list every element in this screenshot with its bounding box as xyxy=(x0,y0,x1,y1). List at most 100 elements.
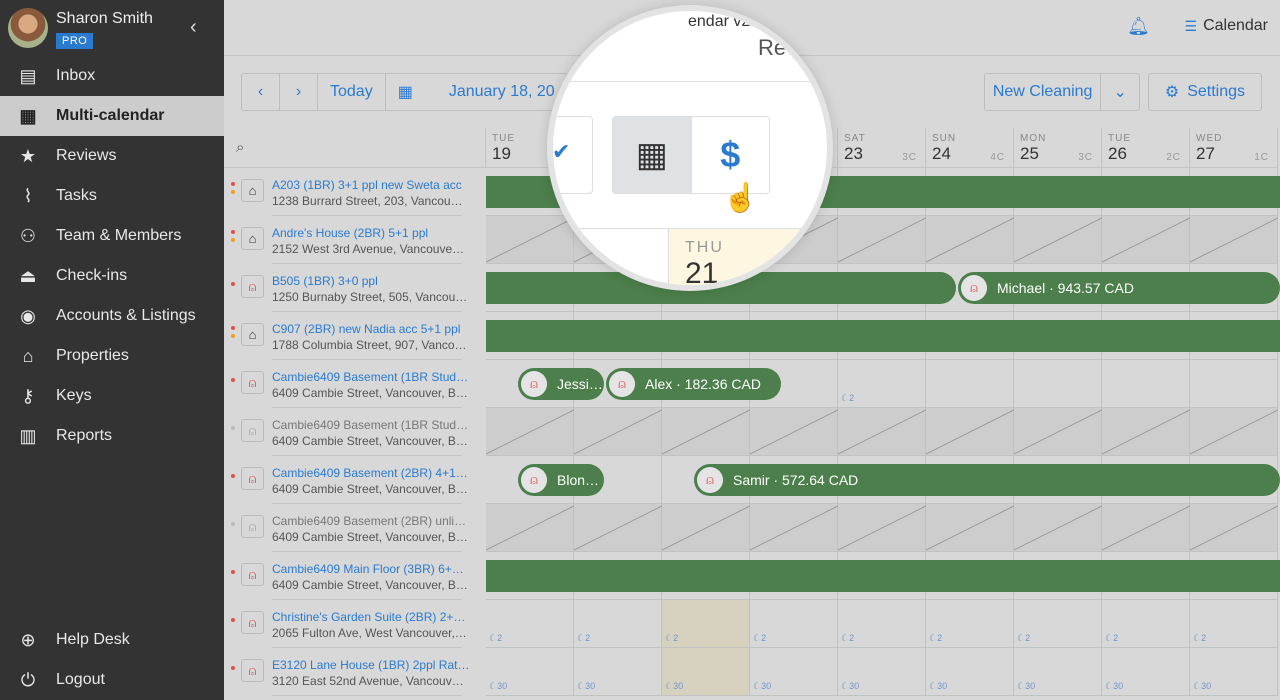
listing-name[interactable]: Cambie6409 Basement (1BR Stud… xyxy=(272,418,468,432)
listing-search-input[interactable]: ⌕ xyxy=(224,128,486,168)
calendar-cell[interactable] xyxy=(1102,408,1190,456)
reservation-bar[interactable]: ⍝ Samir · 572.64 CAD xyxy=(694,464,1280,496)
calendar-cell[interactable] xyxy=(486,408,574,456)
calendar-cell[interactable]: ☾2 xyxy=(838,600,926,648)
notification-bell-icon[interactable]: 🔔︎ xyxy=(1127,16,1150,37)
calendar-cell[interactable] xyxy=(750,504,838,552)
calendar-cell[interactable]: ☾2 xyxy=(838,360,926,408)
sidebar-item-team-members[interactable]: ⚇ Team & Members xyxy=(0,216,224,256)
calendar-cell[interactable] xyxy=(1102,216,1190,264)
reservation-bar[interactable] xyxy=(486,320,1280,352)
next-button[interactable]: › xyxy=(280,74,318,110)
listing-row[interactable]: ⌂ A203 (1BR) 3+1 ppl new Sweta acc 1238 Bu… xyxy=(224,168,486,216)
date-picker[interactable]: ▦ January 18, 20 xyxy=(386,74,567,110)
calendar-cell[interactable]: ☾30 xyxy=(1102,648,1190,696)
calendar-cell[interactable] xyxy=(838,216,926,264)
chevron-down-icon[interactable]: ⌄ xyxy=(1100,74,1138,110)
calendar-cell[interactable]: ☾2 xyxy=(1014,600,1102,648)
calendar-cell[interactable] xyxy=(1190,408,1278,456)
sidebar-item-multi-calendar[interactable]: ▦ Multi-calendar xyxy=(0,96,224,136)
listing-name[interactable]: Cambie6409 Basement (2BR) 4+1… xyxy=(272,466,468,480)
listing-row[interactable]: ⍝ Cambie6409 Basement (1BR Stud… 6409 Camb… xyxy=(224,408,486,456)
calendar-view-button[interactable]: ☰ Calendar xyxy=(1185,17,1269,35)
listing-row[interactable]: ⍝ Cambie6409 Basement (2BR) unli… 6409 Cam… xyxy=(224,504,486,552)
listing-name[interactable]: C907 (2BR) new Nadia acc 5+1 ppl xyxy=(272,322,460,336)
sidebar-item-reviews[interactable]: ★ Reviews xyxy=(0,136,224,176)
calendar-cell[interactable] xyxy=(1014,408,1102,456)
reservation-bar[interactable]: ⍝ Alex · 182.36 CAD xyxy=(606,368,781,400)
user-profile[interactable]: Sharon Smith PRO ‹ xyxy=(0,0,224,56)
calendar-cell[interactable]: ☾2 xyxy=(574,600,662,648)
listing-row[interactable]: ⍝ Christine's Garden Suite (2BR) 2+… 2065 … xyxy=(224,600,486,648)
listing-row[interactable]: ⌂ Andre's House (2BR) 5+1 ppl 2152 West 3r… xyxy=(224,216,486,264)
listing-name[interactable]: B505 (1BR) 3+0 ppl xyxy=(272,274,378,288)
sidebar-item-help-desk[interactable]: ⊕ Help Desk xyxy=(0,620,224,660)
today-button[interactable]: Today xyxy=(318,74,386,110)
listing-row[interactable]: ⌂ C907 (2BR) new Nadia acc 5+1 ppl 1788 Co… xyxy=(224,312,486,360)
calendar-cell[interactable]: ☾30 xyxy=(926,648,1014,696)
calendar-cell[interactable] xyxy=(926,216,1014,264)
sidebar-item-inbox[interactable]: ▤ Inbox xyxy=(0,56,224,96)
calendar-cell[interactable]: ☾30 xyxy=(574,648,662,696)
calendar-cell[interactable] xyxy=(662,504,750,552)
calendar-cell[interactable]: ☾2 xyxy=(1190,600,1278,648)
calendar-cell[interactable]: ☾2 xyxy=(486,600,574,648)
sidebar-item-accounts-listings[interactable]: ◉ Accounts & Listings xyxy=(0,296,224,336)
listing-row[interactable]: ⍝ E3120 Lane House (1BR) 2ppl Rat… 3120 Ea… xyxy=(224,648,486,696)
calendar-cell[interactable] xyxy=(1190,360,1278,408)
listing-name[interactable]: E3120 Lane House (1BR) 2ppl Rat… xyxy=(272,658,469,672)
listing-name[interactable]: Cambie6409 Basement (2BR) unli… xyxy=(272,514,466,528)
reservation-bar[interactable]: ⍝ Blon… xyxy=(518,464,604,496)
calendar-cell[interactable] xyxy=(750,408,838,456)
calendar-cell[interactable] xyxy=(926,504,1014,552)
calendar-cell[interactable] xyxy=(1102,360,1190,408)
check-icon[interactable]: ✔ xyxy=(553,116,593,194)
sidebar-item-properties[interactable]: ⌂ Properties xyxy=(0,336,224,376)
listing-row[interactable]: ⍝ Cambie6409 Basement (1BR Stud… 6409 Camb… xyxy=(224,360,486,408)
calendar-cell[interactable]: ☾30 xyxy=(838,648,926,696)
reservation-bar[interactable]: ⍝ Michael · 943.57 CAD xyxy=(958,272,1280,304)
listing-name[interactable]: Christine's Garden Suite (2BR) 2+… xyxy=(272,610,465,624)
calendar-cell[interactable] xyxy=(574,408,662,456)
calendar-cell[interactable] xyxy=(926,360,1014,408)
sidebar-item-keys[interactable]: ⚷ Keys xyxy=(0,376,224,416)
reservation-bar[interactable] xyxy=(486,560,1280,592)
calendar-cell[interactable]: ☾2 xyxy=(1102,600,1190,648)
calendar-cell[interactable]: ☾30 xyxy=(1190,648,1278,696)
sidebar-item-logout[interactable]: ⏻ Logout xyxy=(0,660,224,700)
calendar-cell[interactable] xyxy=(1014,216,1102,264)
calendar-cell[interactable]: ☾2 xyxy=(750,600,838,648)
calendar-cell[interactable] xyxy=(838,504,926,552)
calendar-cell[interactable] xyxy=(486,504,574,552)
calendar-cell[interactable] xyxy=(1190,216,1278,264)
calendar-cell[interactable] xyxy=(838,408,926,456)
sidebar-item-reports[interactable]: ▥ Reports xyxy=(0,416,224,456)
listing-name[interactable]: Cambie6409 Basement (1BR Stud… xyxy=(272,370,468,384)
calendar-cell[interactable] xyxy=(574,504,662,552)
new-cleaning-button[interactable]: New Cleaning xyxy=(985,74,1101,110)
settings-button[interactable]: ⚙ Settings xyxy=(1147,73,1262,111)
sidebar-item-check-ins[interactable]: ⏏ Check-ins xyxy=(0,256,224,296)
listing-row[interactable]: ⍝ Cambie6409 Basement (2BR) 4+1… 6409 Camb… xyxy=(224,456,486,504)
calendar-cell[interactable] xyxy=(486,216,574,264)
collapse-sidebar-icon[interactable]: ‹ xyxy=(190,16,197,39)
prev-button[interactable]: ‹ xyxy=(242,74,280,110)
listing-row[interactable]: ⍝ B505 (1BR) 3+0 ppl 1250 Burnaby Street, … xyxy=(224,264,486,312)
calendar-cell[interactable] xyxy=(1014,360,1102,408)
listing-name[interactable]: Cambie6409 Main Floor (3BR) 6+… xyxy=(272,562,464,576)
calendar-cell[interactable]: ☾30 xyxy=(750,648,838,696)
calendar-cell[interactable] xyxy=(1014,504,1102,552)
calendar-cell[interactable]: ☾2 xyxy=(662,600,750,648)
reservation-bar[interactable]: ⍝ Jessi… xyxy=(518,368,604,400)
calendar-cell[interactable]: ☾2 xyxy=(926,600,1014,648)
sidebar-item-tasks[interactable]: ⌇ Tasks xyxy=(0,176,224,216)
calendar-cell[interactable]: ☾30 xyxy=(1014,648,1102,696)
calendar-cell[interactable] xyxy=(1190,504,1278,552)
listing-name[interactable]: A203 (1BR) 3+1 ppl new Sweta acc xyxy=(272,178,462,192)
calendar-cell[interactable] xyxy=(926,408,1014,456)
calendar-cell[interactable] xyxy=(662,408,750,456)
calendar-cell[interactable]: ☾30 xyxy=(662,648,750,696)
calendar-cell[interactable]: ☾30 xyxy=(486,648,574,696)
listing-row[interactable]: ⍝ Cambie6409 Main Floor (3BR) 6+… 6409 Cam… xyxy=(224,552,486,600)
calendar-cell[interactable] xyxy=(1102,504,1190,552)
